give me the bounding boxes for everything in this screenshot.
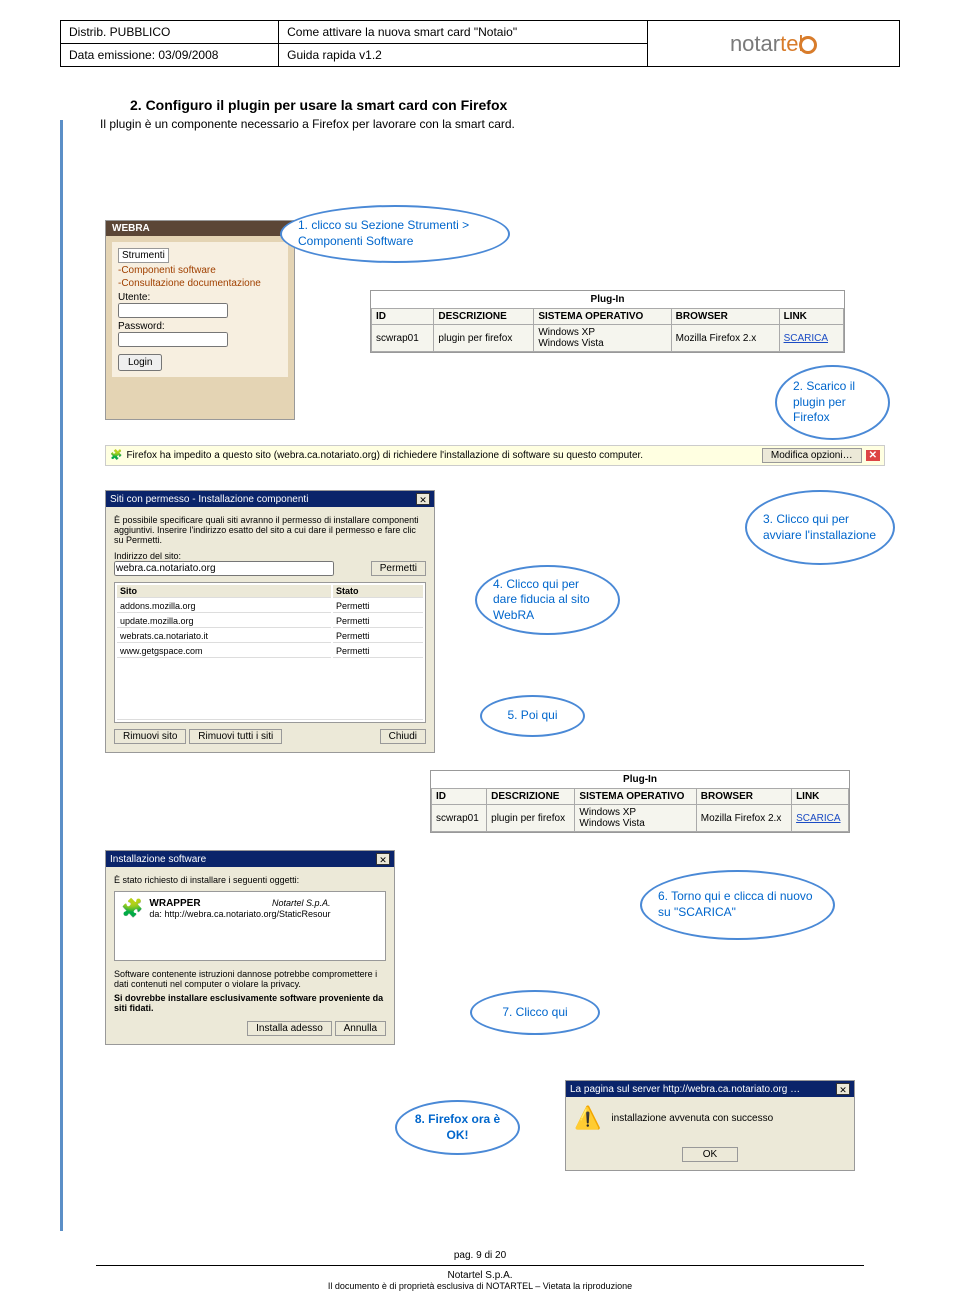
callout-5: 5. Poi qui [480,695,585,737]
ok-title: La pagina sul server http://webra.ca.not… [570,1084,800,1095]
page-number: pag. 9 di 20 [0,1250,960,1261]
infobar-text: Firefox ha impedito a questo sito (webra… [126,450,757,461]
user-input[interactable] [118,303,228,318]
table-row: scwrap01 plugin per firefox Windows XP W… [432,805,849,832]
menu-strumenti[interactable]: Strumenti [118,248,169,263]
close-icon[interactable]: ✕ [376,853,390,865]
link-docs[interactable]: -Consultazione documentazione [118,278,282,289]
footer-rights: Il documento è di proprietà esclusiva di… [0,1281,960,1291]
th-os: SISTEMA OPERATIVO [534,309,671,325]
addon-icon: 🧩 [121,898,143,919]
th-id: ID [372,309,434,325]
callout-7: 7. Clicco qui [470,990,600,1035]
plugin-caption-2: Plug-In [431,771,849,788]
header-table: Distrib. PUBBLICO Come attivare la nuova… [60,20,900,67]
puzzle-icon: 🧩 [110,450,122,461]
install-src: http://webra.ca.notariato.org/StaticReso… [164,909,330,919]
section-title: 2. Configuro il plugin per usare la smar… [130,97,900,113]
table-row: webrats.ca.notariato.itPermetti [117,630,423,643]
hdr-mid-bottom: Guida rapida v1.2 [279,44,648,67]
addr-label: Indirizzo del sito: [114,551,426,561]
ok-msg: installazione avvenuta con successo [611,1113,773,1124]
rimuovi-tutti-button[interactable]: Rimuovi tutti i siti [189,729,282,744]
perm-title: Siti con permesso - Installazione compon… [110,494,308,505]
perm-desc: È possibile specificare quali siti avran… [114,515,426,545]
th-browser: BROWSER [671,309,779,325]
chiudi-button[interactable]: Chiudi [380,729,426,744]
section-intro: Il plugin è un componente necessario a F… [100,117,900,131]
plugin-caption: Plug-In [371,291,844,308]
table-row: scwrap01 plugin per firefox Windows XP W… [372,325,844,352]
addr-input[interactable] [114,561,334,576]
screenshot-login: WEBRA Strumenti -Componenti software -Co… [105,220,295,420]
hdr-mid-top: Come attivare la nuova smart card "Notai… [279,21,648,44]
callout-3: 3. Clicco qui per avviare l'installazion… [745,490,895,565]
footer-company: Notartel S.p.A. [0,1270,960,1281]
install-line1: È stato richiesto di installare i seguen… [114,875,386,885]
close-icon[interactable]: ✕ [836,1083,850,1095]
screenshot-perm-dialog: Siti con permesso - Installazione compon… [105,490,435,753]
installa-button[interactable]: Installa adesso [247,1021,332,1036]
install-title: Installazione software [110,854,206,865]
vendor: Notartel S.p.A. [272,898,331,908]
callout-6: 6. Torno qui e clicca di nuovo su "SCARI… [640,870,835,940]
warn1: Software contenente istruzioni dannose p… [114,969,386,989]
login-topbar: WEBRA [106,221,294,236]
modifica-opzioni-button[interactable]: Modifica opzioni… [762,448,862,463]
logo: notartel [730,31,817,56]
callout-2: 2. Scarico il plugin per Firefox [775,365,890,440]
warning-icon: ⚠️ [574,1105,601,1131]
table-row: addons.mozilla.orgPermetti [117,600,423,613]
th-link: LINK [779,309,843,325]
screenshot-infobar: 🧩 Firefox ha impedito a questo sito (web… [105,445,885,466]
callout-8: 8. Firefox ora è OK! [395,1100,520,1155]
scarica-link-1[interactable]: SCARICA [784,333,828,344]
table-row: www.getgspace.comPermetti [117,645,423,658]
user-label: Utente: [118,292,150,303]
left-margin-rule [60,120,63,1231]
scarica-link-2[interactable]: SCARICA [796,813,840,824]
table-row: update.mozilla.orgPermetti [117,615,423,628]
close-icon[interactable]: ✕ [866,450,880,461]
logo-circle-icon [799,36,817,54]
link-componenti[interactable]: -Componenti software [118,265,282,276]
wrapper-name: WRAPPER [149,898,200,909]
ok-button[interactable]: OK [682,1147,738,1162]
pwd-input[interactable] [118,332,228,347]
login-button[interactable]: Login [118,354,162,371]
warn2: Si dovrebbe installare esclusivamente so… [114,993,386,1013]
hdr-left-top: Distrib. PUBBLICO [61,21,279,44]
screenshot-install-dialog: Installazione software ✕ È stato richiest… [105,850,395,1045]
pwd-label: Password: [118,321,165,332]
close-icon[interactable]: ✕ [416,493,430,505]
screenshot-ok-dialog: La pagina sul server http://webra.ca.not… [565,1080,855,1171]
annulla-button[interactable]: Annulla [335,1021,386,1036]
rimuovi-button[interactable]: Rimuovi sito [114,729,186,744]
footer: pag. 9 di 20 Notartel S.p.A. Il document… [0,1250,960,1291]
callout-1: 1. clicco su Sezione Strumenti > Compone… [280,205,510,263]
th-desc: DESCRIZIONE [434,309,534,325]
screenshot-plugin-table-2: Plug-In ID DESCRIZIONE SISTEMA OPERATIVO… [430,770,850,833]
screenshot-plugin-table-1: Plug-In ID DESCRIZIONE SISTEMA OPERATIVO… [370,290,845,353]
permetti-button[interactable]: Permetti [371,561,426,576]
hdr-left-bottom: Data emissione: 03/09/2008 [61,44,279,67]
callout-4: 4. Clicco qui per dare fiducia al sito W… [475,565,620,635]
